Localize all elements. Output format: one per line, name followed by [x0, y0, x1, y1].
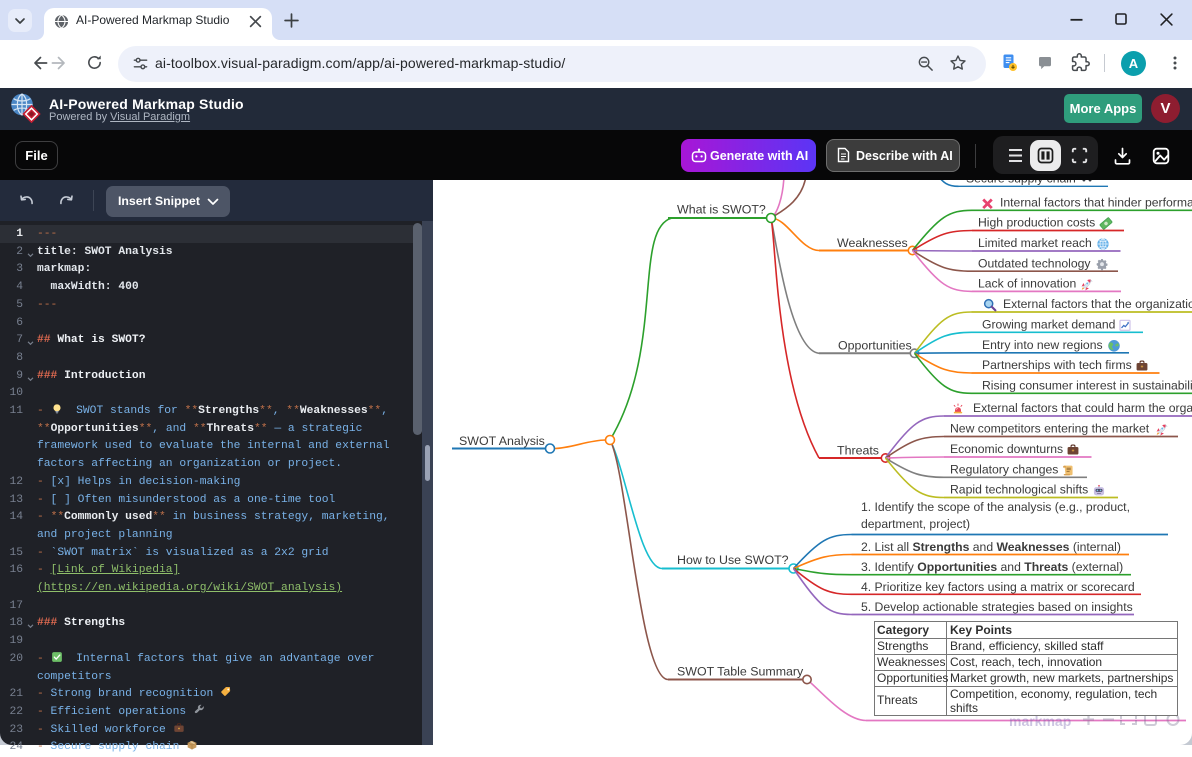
svg-text:1. Identify the scope of the a: 1. Identify the scope of the analysis (e… [861, 500, 1130, 514]
svg-text:High production costs: High production costs [978, 216, 1095, 230]
svg-text:Growing market demand: Growing market demand [982, 318, 1115, 332]
svg-text:Rising consumer interest in su: Rising consumer interest in sustainabili [982, 379, 1192, 393]
svg-text:2. List all Strengths and Weak: 2. List all Strengths and Weaknesses (in… [861, 540, 1121, 554]
svg-text:Partnerships with tech firms: Partnerships with tech firms [982, 358, 1132, 372]
svg-text:5. Develop actionable strategi: 5. Develop actionable strategies based o… [861, 600, 1133, 614]
svg-text:Internal factors that hinder p: Internal factors that hinder performa [1000, 196, 1192, 210]
svg-text:SWOT Table Summary: SWOT Table Summary [677, 665, 804, 679]
svg-text:Regulatory changes: Regulatory changes [950, 463, 1058, 477]
svg-text:Secure supply chain: Secure supply chain [966, 180, 1076, 186]
svg-text:Threats: Threats [837, 444, 879, 458]
svg-text:External factors that the orga: External factors that the organizatio [1003, 297, 1192, 311]
svg-text:Entry into new regions: Entry into new regions [982, 338, 1103, 352]
svg-text:SWOT Analysis: SWOT Analysis [459, 434, 545, 448]
svg-text:External factors that could ha: External factors that could harm the org… [973, 401, 1192, 415]
svg-text:What is SWOT?: What is SWOT? [677, 203, 766, 217]
svg-text:Limited market reach: Limited market reach [978, 236, 1092, 250]
svg-text:Weaknesses: Weaknesses [837, 236, 908, 250]
svg-text:Outdated technology: Outdated technology [978, 256, 1091, 270]
svg-text:Economic downturns: Economic downturns [950, 442, 1063, 456]
svg-text:How to Use SWOT?: How to Use SWOT? [677, 553, 789, 567]
svg-text:New competitors entering the m: New competitors entering the market [950, 422, 1150, 436]
svg-text:Opportunities: Opportunities [838, 339, 912, 353]
svg-text:Rapid technological shifts: Rapid technological shifts [950, 483, 1088, 497]
svg-text:department, project): department, project) [861, 517, 970, 531]
svg-text:4. Prioritize key factors usin: 4. Prioritize key factors using a matrix… [861, 580, 1135, 594]
svg-text:3. Identify Opportunities and: 3. Identify Opportunities and Threats (e… [861, 560, 1123, 574]
svg-text:Lack of innovation: Lack of innovation [978, 277, 1076, 291]
